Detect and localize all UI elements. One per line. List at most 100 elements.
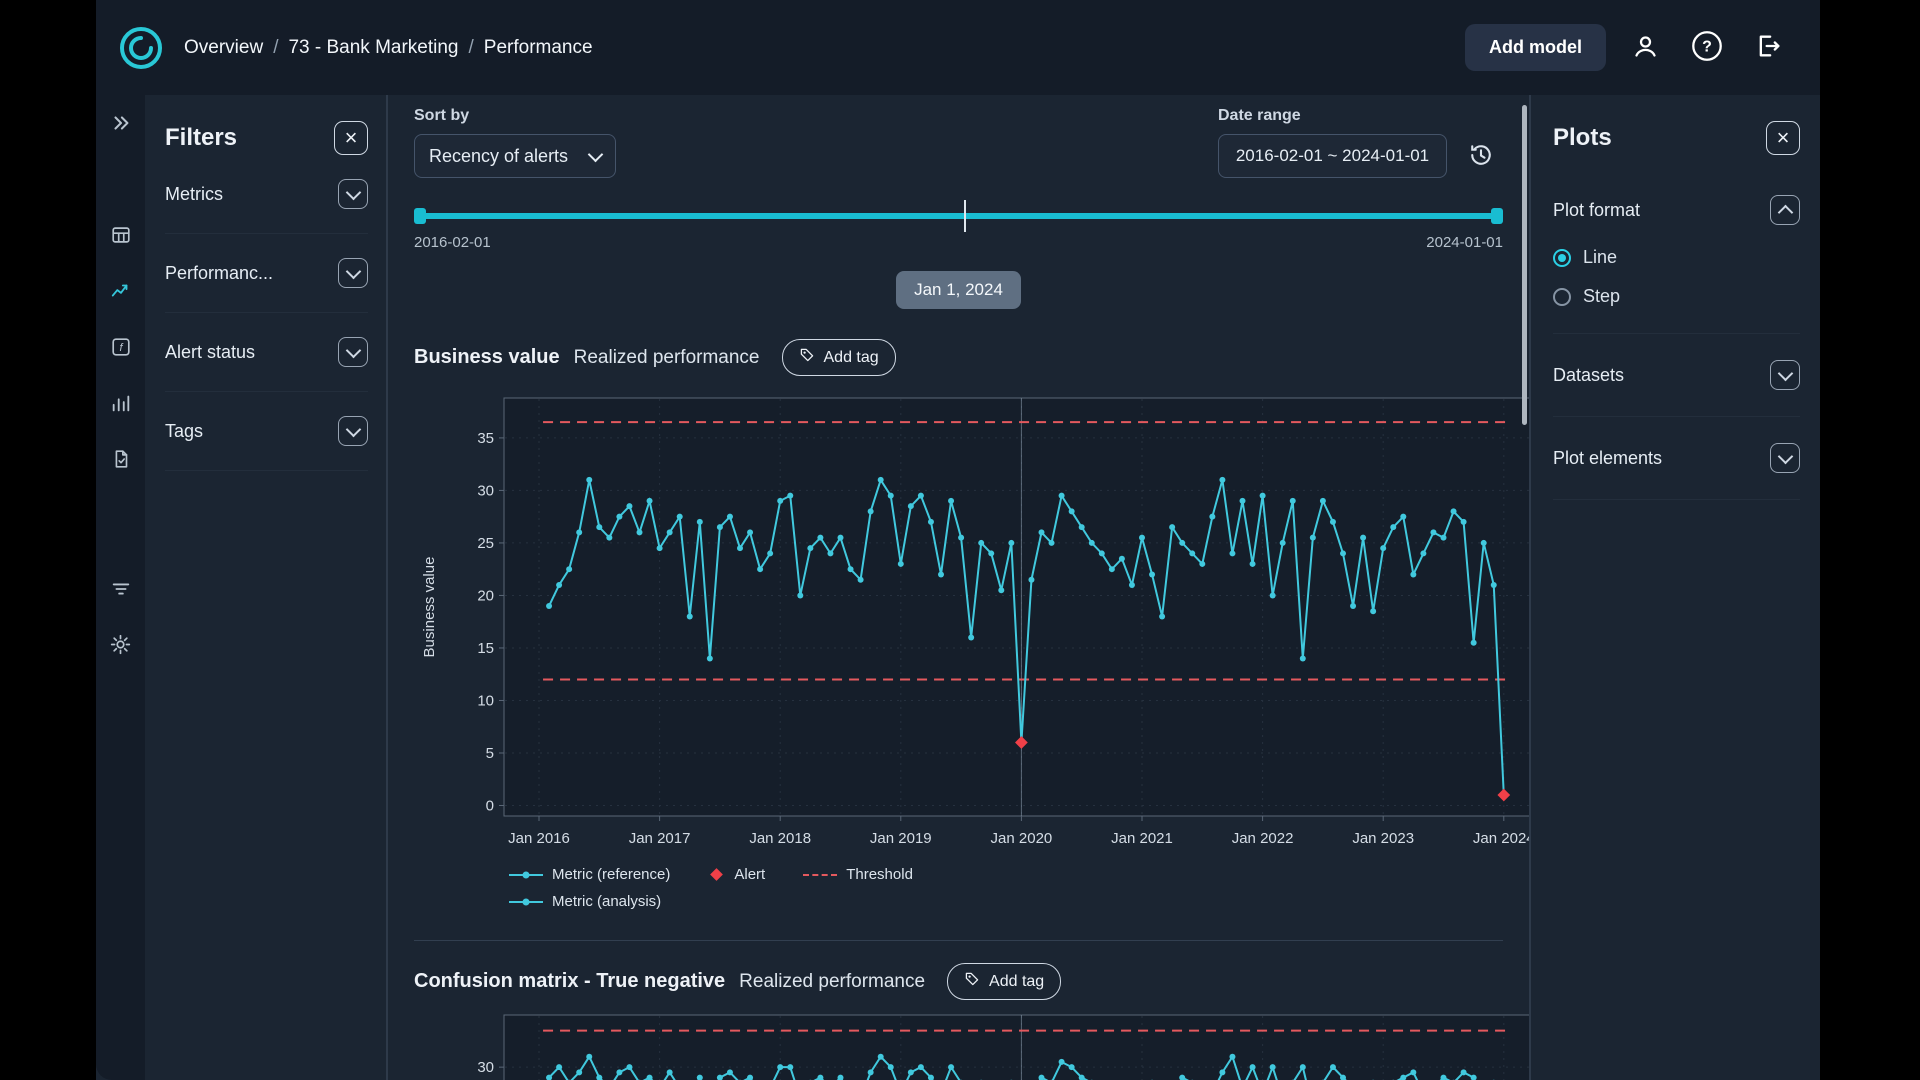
datasets-section: Datasets [1553,334,1800,417]
function-icon: f [110,336,132,361]
sidebar-expand-button[interactable] [106,111,136,137]
svg-text:f: f [119,342,123,354]
business-value-chart[interactable]: 05101520253035Jan 2016Jan 2017Jan 2018Ja… [414,390,1529,862]
chevron-up-icon [1777,205,1793,221]
help-button[interactable]: ? [1684,25,1730,71]
trend-line-icon [110,280,132,305]
slider-track[interactable] [414,213,1503,219]
radio-icon [1553,249,1571,267]
slider-end-label: 2024-01-01 [1426,234,1503,251]
slider-handle-start[interactable] [414,208,426,224]
breadcrumb-separator: / [273,37,278,59]
legend-label: Metric (analysis) [552,893,661,910]
navigation-rail: f [96,95,145,1080]
svg-text:Jan 2018: Jan 2018 [749,830,811,847]
legend-label: Threshold [846,866,913,883]
svg-text:0: 0 [486,797,494,814]
nav-data-table-button[interactable] [106,223,136,249]
date-range-slider[interactable] [414,206,1503,226]
breadcrumb-current-page: Performance [484,37,593,59]
svg-text:30: 30 [477,1059,494,1076]
plot-format-label: Plot format [1553,200,1640,221]
section-header-business-value: Business value Realized performance Add … [414,339,1503,376]
plot-elements-label: Plot elements [1553,448,1662,469]
app-window: Overview / 73 - Bank Marketing / Perform… [96,0,1820,1080]
svg-text:Business value: Business value [421,557,438,658]
confusion-matrix-true-negative-chart[interactable]: 302520 [414,1014,1529,1080]
svg-text:Jan 2022: Jan 2022 [1232,830,1294,847]
radio-label: Line [1583,247,1617,268]
legend-line-marker-icon [509,901,543,903]
section-subtitle: Realized performance [739,971,925,993]
main-scrollbar[interactable] [1522,105,1527,425]
plot-elements-expand-button[interactable] [1770,443,1800,473]
nav-functions-button[interactable]: f [106,335,136,361]
svg-text:Jan 2016: Jan 2016 [508,830,570,847]
slider-labels: 2016-02-01 2024-01-01 [414,234,1503,251]
plot-format-collapse-button[interactable] [1770,195,1800,225]
filter-label-tags: Tags [165,421,203,442]
tag-icon [964,971,980,992]
svg-text:10: 10 [477,692,494,709]
legend-item-metric-reference: Metric (reference) [509,866,670,883]
cursor-badge-row: Jan 1, 2024 [414,271,1503,309]
filter-alert-status-expand-button[interactable] [338,337,368,367]
svg-text:Jan 2024: Jan 2024 [1473,830,1529,847]
svg-text:Jan 2017: Jan 2017 [629,830,691,847]
slider-start-label: 2016-02-01 [414,234,491,251]
sort-by-dropdown[interactable]: Recency of alerts [414,134,616,178]
filter-label-alert-status: Alert status [165,342,255,363]
breadcrumb-overview[interactable]: Overview [184,37,263,59]
breadcrumb-model[interactable]: 73 - Bank Marketing [288,37,458,59]
filters-close-button[interactable]: × [334,121,368,155]
nav-filter-lines-button[interactable] [106,577,136,603]
datasets-label: Datasets [1553,365,1624,386]
svg-text:25: 25 [477,535,494,552]
nav-performance-button[interactable] [106,279,136,305]
filter-label-performance: Performanc... [165,263,273,284]
plot-format-options: Line Step [1553,247,1800,334]
add-tag-button[interactable]: Add tag [947,963,1061,1000]
date-range-input[interactable]: 2016-02-01 ~ 2024-01-01 [1218,134,1447,178]
plot-format-option-step[interactable]: Step [1553,286,1800,307]
logout-button[interactable] [1746,25,1792,71]
nav-bar-chart-button[interactable] [106,391,136,417]
slider-handle-end[interactable] [1491,208,1503,224]
svg-text:Jan 2023: Jan 2023 [1352,830,1414,847]
settings-button[interactable] [106,633,136,659]
plots-close-button[interactable]: × [1766,121,1800,155]
chevron-down-icon [1777,448,1793,464]
sort-by-label: Sort by [414,107,616,125]
section-divider [414,940,1503,941]
plots-panel: Plots × Plot format Line Step [1531,95,1820,1080]
desktop: Overview / 73 - Bank Marketing / Perform… [0,0,1920,1080]
add-model-button[interactable]: Add model [1465,24,1606,71]
svg-text:Jan 2021: Jan 2021 [1111,830,1173,847]
nav-reports-button[interactable] [106,447,136,473]
radio-icon [1553,288,1571,306]
filter-tags-expand-button[interactable] [338,416,368,446]
plots-title: Plots [1553,124,1612,152]
section-title: Confusion matrix - True negative [414,970,725,993]
slider-cursor[interactable] [964,200,966,232]
legend-threshold-dash-icon [803,874,837,876]
legend-line-marker-icon [509,874,543,876]
section-subtitle: Realized performance [574,347,760,369]
legend-item-threshold: Threshold [803,866,913,883]
filter-section-alert-status: Alert status [165,313,368,392]
app-logo-icon[interactable] [118,25,164,71]
filter-metrics-expand-button[interactable] [338,179,368,209]
double-chevron-right-icon [110,112,132,137]
app-body: f [96,95,1820,1080]
filter-section-performance: Performanc... [165,234,368,313]
datasets-expand-button[interactable] [1770,360,1800,390]
svg-text:Jan 2020: Jan 2020 [991,830,1053,847]
add-tag-button[interactable]: Add tag [782,339,896,376]
date-history-button[interactable] [1459,134,1503,178]
plot-format-option-line[interactable]: Line [1553,247,1800,268]
filter-performance-expand-button[interactable] [338,258,368,288]
main-content: Sort by Recency of alerts Date range 201… [388,95,1529,1080]
svg-text:35: 35 [477,430,494,447]
user-account-button[interactable] [1622,25,1668,71]
section-header-confusion-matrix: Confusion matrix - True negative Realize… [414,963,1503,1000]
